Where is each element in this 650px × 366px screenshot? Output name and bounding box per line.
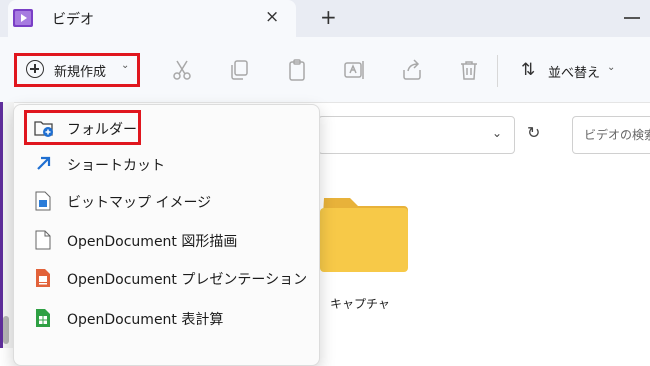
refresh-icon[interactable]: ↻ — [527, 123, 540, 142]
video-folder-icon — [13, 9, 33, 27]
chevron-down-icon: ⌄ — [607, 62, 616, 73]
menu-item-label: ビットマップ イメージ — [67, 195, 212, 211]
menu-item-bitmap[interactable]: ビットマップ イメージ — [14, 183, 317, 219]
address-bar[interactable] — [318, 116, 515, 154]
address-dropdown-icon[interactable]: ⌄ — [492, 126, 502, 140]
scrollbar[interactable] — [3, 316, 9, 344]
rename-icon[interactable] — [342, 58, 366, 82]
menu-item-label: OpenDocument 図形描画 — [67, 234, 238, 250]
new-tab-button[interactable]: + — [320, 6, 337, 28]
presentation-icon — [34, 268, 52, 288]
plus-circle-icon — [26, 60, 44, 78]
menu-item-shortcut[interactable]: ショートカット — [14, 146, 317, 182]
menu-item-label: OpenDocument 表計算 — [67, 312, 224, 328]
menu-item-spreadsheet[interactable]: OpenDocument 表計算 — [14, 300, 317, 336]
chevron-down-icon: ⌄ — [121, 60, 130, 71]
sort-button[interactable]: 並べ替え — [548, 62, 600, 81]
paste-icon[interactable] — [285, 58, 309, 82]
new-button-label: 新規作成 — [54, 65, 107, 80]
minimize-icon[interactable] — [624, 17, 640, 19]
copy-icon[interactable] — [227, 58, 251, 82]
menu-item-label: ショートカット — [67, 158, 165, 174]
toolbar-divider — [497, 55, 498, 87]
shortcut-icon — [34, 154, 52, 174]
delete-icon[interactable] — [457, 58, 481, 82]
menu-item-drawing[interactable]: OpenDocument 図形描画 — [14, 222, 317, 258]
share-icon[interactable] — [400, 58, 424, 82]
tab-close-button[interactable]: × — [265, 7, 279, 27]
tab-title: ビデオ — [52, 12, 94, 28]
folder-icon[interactable] — [320, 190, 408, 272]
cut-icon[interactable] — [170, 58, 194, 82]
spreadsheet-icon — [34, 308, 52, 328]
search-placeholder: ビデオの検索 — [584, 128, 650, 142]
document-icon — [34, 230, 52, 250]
background-accent — [0, 102, 3, 348]
folder-label: キャプチャ — [330, 297, 390, 311]
sort-icon: ⇅ — [521, 60, 536, 80]
menu-item-label: OpenDocument プレゼンテーション — [67, 272, 308, 288]
bitmap-image-icon — [34, 191, 52, 211]
menu-item-presentation[interactable]: OpenDocument プレゼンテーション — [14, 260, 317, 296]
highlight-box — [24, 110, 141, 145]
